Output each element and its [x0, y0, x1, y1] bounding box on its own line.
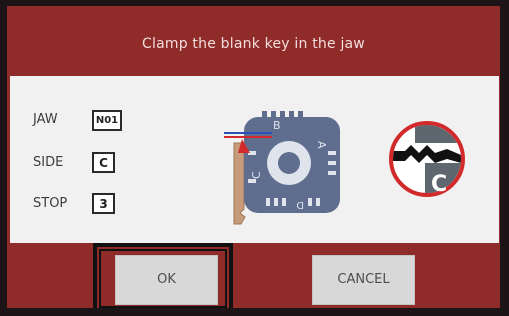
cancel-button[interactable]: CANCEL [312, 255, 415, 305]
jaw-label: JAW [33, 112, 58, 127]
badge-letter: C [431, 172, 447, 197]
stop-value: 3 [92, 193, 115, 214]
side-value: C [92, 152, 115, 173]
dialog-title: Clamp the blank key in the jaw [142, 36, 365, 52]
instruction-panel: JAW N01 SIDE C STOP 3 B A C D C [10, 76, 499, 243]
jaw-value: N01 [92, 110, 122, 131]
jaw-clamp-diagram: B A C D [224, 111, 340, 225]
side-label: SIDE [33, 155, 64, 170]
jaw-body-icon [244, 111, 340, 213]
jaw-side-a: A [315, 141, 328, 149]
key-blade-icon [233, 142, 246, 225]
side-c-badge-icon: C [389, 121, 465, 197]
stop-label: STOP [33, 196, 68, 211]
jaw-side-d: D [296, 199, 304, 210]
jaw-side-c: C [250, 171, 263, 179]
ok-button[interactable]: OK [115, 255, 218, 305]
jaw-side-b: B [273, 119, 281, 132]
key-machine-screen: Clamp the blank key in the jaw JAW N01 S… [0, 0, 509, 316]
